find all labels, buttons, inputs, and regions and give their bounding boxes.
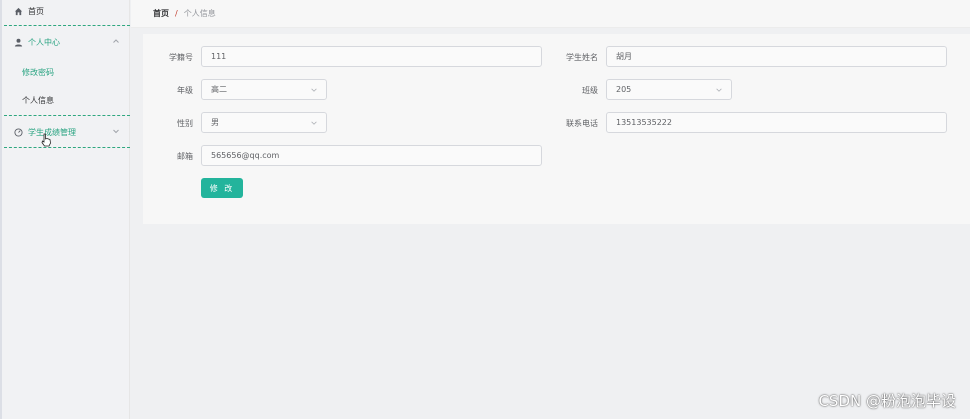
- divider: [4, 115, 130, 116]
- sidebar-subitem-label: 修改密码: [22, 67, 54, 77]
- submit-button[interactable]: 修 改: [201, 178, 243, 198]
- email-field[interactable]: 565656@qq.com: [201, 145, 542, 166]
- gender-label: 性别: [177, 119, 193, 128]
- grade-select[interactable]: 高二: [201, 79, 327, 100]
- hand-cursor-icon: [41, 133, 51, 147]
- breadcrumb-home[interactable]: 首页: [153, 8, 169, 19]
- email-label: 邮箱: [177, 152, 193, 161]
- sidebar: 首页 个人中心 修改密码 个人信息 学生成绩管理: [0, 0, 130, 419]
- dashboard-icon: [13, 127, 23, 137]
- grade-value: 高二: [211, 85, 227, 94]
- breadcrumb-separator: /: [175, 9, 178, 18]
- sidebar-item-home[interactable]: 首页: [4, 0, 130, 22]
- gender-select[interactable]: 男: [201, 112, 327, 133]
- sidebar-item-label: 个人中心: [28, 37, 60, 47]
- class-value: 205: [616, 85, 632, 94]
- sidebar-subitem-label: 个人信息: [22, 95, 54, 105]
- grade-label: 年级: [177, 86, 193, 95]
- divider: [4, 25, 130, 26]
- student-name-label: 学生姓名: [566, 53, 598, 62]
- phone-field[interactable]: 13513535222: [606, 112, 947, 133]
- gender-value: 男: [211, 118, 219, 127]
- class-select[interactable]: 205: [606, 79, 732, 100]
- student-id-field[interactable]: 111: [201, 46, 542, 67]
- divider: [4, 147, 130, 148]
- sidebar-item-personal-center[interactable]: 个人中心: [4, 31, 130, 53]
- home-icon: [13, 6, 23, 16]
- watermark: CSDN @粉泡泡毕设: [818, 392, 956, 410]
- sidebar-subitem-change-password[interactable]: 修改密码: [22, 62, 54, 82]
- breadcrumb: 首页 / 个人信息: [131, 0, 970, 28]
- chevron-up-icon: [113, 39, 119, 43]
- student-id-value: 111: [211, 52, 227, 61]
- class-label: 班级: [582, 86, 598, 95]
- chevron-down-icon: [716, 88, 722, 92]
- personal-info-form: 学籍号 111 学生姓名 胡月 年级 高二 班级 205 性别 男 联系电话 1…: [143, 34, 970, 224]
- student-id-label: 学籍号: [169, 53, 193, 62]
- user-icon: [13, 37, 23, 47]
- phone-value: 13513535222: [616, 118, 672, 127]
- sidebar-item-score-management[interactable]: 学生成绩管理: [4, 121, 130, 143]
- sidebar-item-label: 首页: [28, 6, 44, 16]
- chevron-down-icon: [311, 88, 317, 92]
- phone-label: 联系电话: [566, 119, 598, 128]
- student-name-value: 胡月: [616, 52, 632, 61]
- sidebar-subitem-personal-info[interactable]: 个人信息: [22, 90, 54, 110]
- email-value: 565656@qq.com: [211, 151, 280, 160]
- student-name-field[interactable]: 胡月: [606, 46, 947, 67]
- breadcrumb-current: 个人信息: [183, 9, 216, 18]
- chevron-down-icon: [113, 129, 119, 134]
- chevron-down-icon: [311, 121, 317, 125]
- sidebar-item-label: 学生成绩管理: [28, 127, 76, 137]
